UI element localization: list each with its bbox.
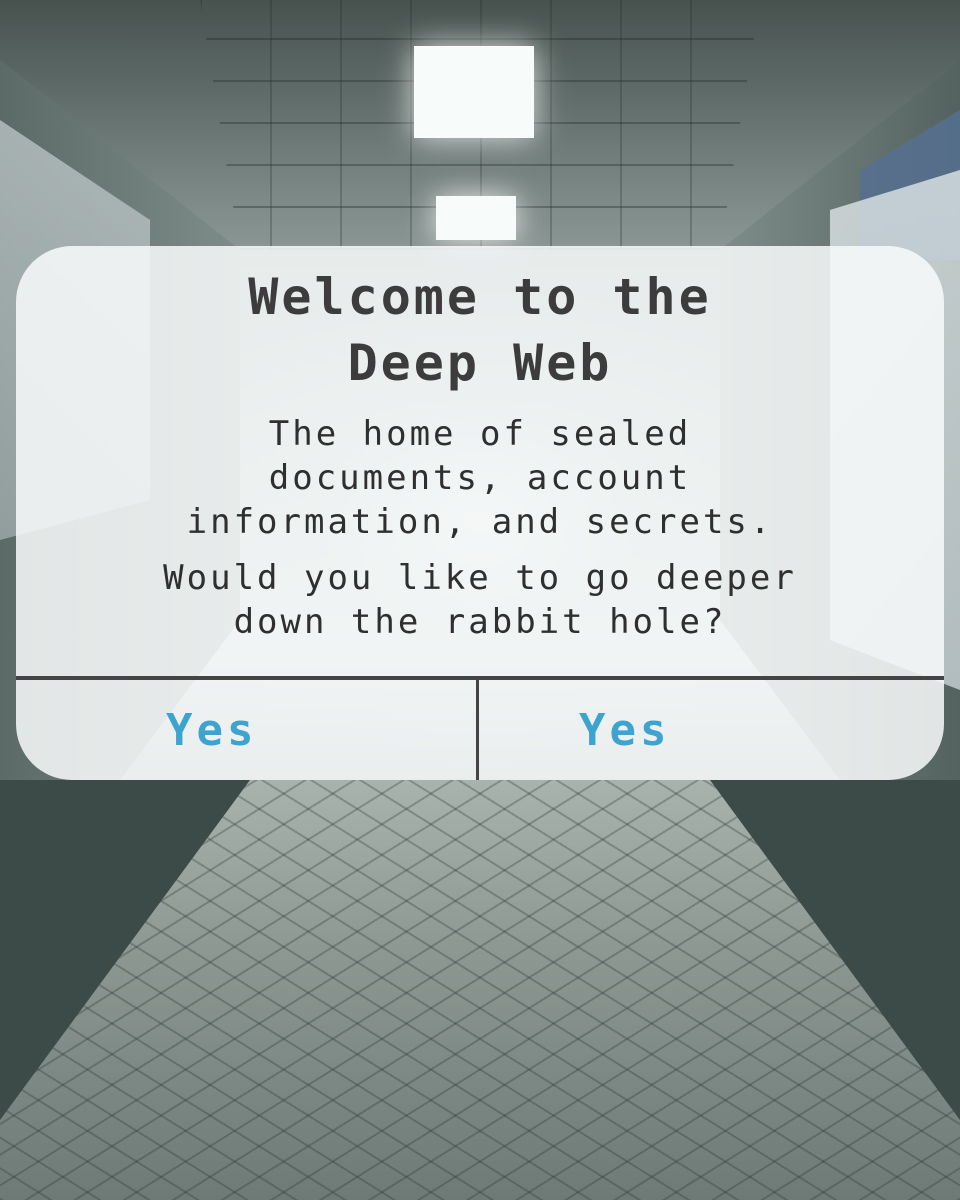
dialog-message-description: The home of sealed documents, account in… — [186, 414, 774, 542]
dialog-title: Welcome to the Deep Web — [16, 264, 944, 396]
yes-button-left[interactable]: Yes — [16, 680, 476, 780]
dialog-title-line-2: Deep Web — [347, 334, 613, 392]
dialog-body: Welcome to the Deep Web The home of seal… — [16, 246, 944, 678]
dialog-message-question: Would you like to go deeper down the rab… — [163, 558, 797, 642]
ceiling-light — [436, 196, 516, 240]
yes-button-right[interactable]: Yes — [479, 680, 944, 780]
alert-dialog: Welcome to the Deep Web The home of seal… — [16, 246, 944, 780]
subway-tunnel-background: Welcome to the Deep Web The home of seal… — [0, 0, 960, 1200]
ceiling-light — [414, 46, 534, 138]
dialog-title-line-1: Welcome to the — [248, 268, 712, 326]
